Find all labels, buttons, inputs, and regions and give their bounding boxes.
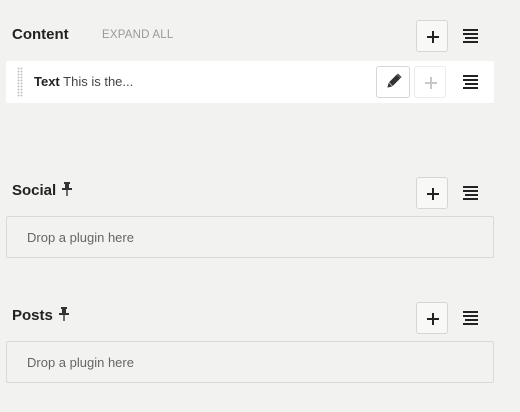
menu-line — [463, 79, 478, 81]
section-menu-button[interactable] — [456, 303, 486, 333]
structure-board: Content EXPAND ALL Text This is the... S… — [0, 0, 520, 412]
section-title: Content — [12, 26, 69, 43]
menu-line — [463, 315, 478, 317]
plugin-type-label: Text — [34, 74, 60, 89]
menu-line — [463, 87, 478, 89]
add-plugin-button[interactable] — [416, 302, 448, 334]
menu-line — [465, 83, 478, 85]
section-title: Posts — [12, 307, 69, 325]
menu-line — [463, 323, 478, 325]
add-child-plugin-button[interactable] — [414, 66, 446, 98]
section-content-header: Content EXPAND ALL — [0, 16, 520, 56]
add-plugin-button[interactable] — [416, 177, 448, 209]
section-menu-button[interactable] — [456, 21, 486, 51]
plugin-dropzone[interactable]: Drop a plugin here — [6, 341, 494, 383]
pencil-icon — [387, 73, 402, 88]
section-title-text: Social — [12, 182, 57, 199]
section-title-text: Posts — [12, 307, 53, 324]
menu-line — [465, 194, 478, 196]
menu-line — [463, 33, 478, 35]
menu-line — [465, 319, 478, 321]
menu-line — [465, 37, 478, 39]
menu-line — [463, 41, 478, 43]
section-posts-header: Posts — [0, 297, 520, 337]
section-title: Social — [12, 182, 73, 200]
pin-icon — [62, 182, 73, 196]
hamburger-menu-icon — [463, 75, 478, 77]
section-menu-button[interactable] — [456, 178, 486, 208]
plugin-dropzone[interactable]: Drop a plugin here — [6, 216, 494, 258]
menu-line — [463, 198, 478, 200]
hamburger-menu-icon — [463, 186, 478, 188]
hamburger-menu-icon — [463, 311, 478, 313]
expand-all-button[interactable]: EXPAND ALL — [102, 28, 173, 42]
drag-handle[interactable] — [17, 67, 23, 97]
plugin-menu-button[interactable] — [456, 67, 486, 97]
plugin-preview-text: This is the... — [63, 74, 134, 89]
dropzone-text: Drop a plugin here — [27, 355, 134, 370]
section-social-header: Social — [0, 172, 520, 212]
hamburger-menu-icon — [463, 29, 478, 31]
add-plugin-button[interactable] — [416, 20, 448, 52]
menu-line — [463, 190, 478, 192]
dropzone-text: Drop a plugin here — [27, 230, 134, 245]
plugin-label: Text This is the... — [34, 74, 133, 90]
edit-plugin-button[interactable] — [376, 66, 410, 98]
pin-icon — [58, 307, 69, 321]
plugin-row-text[interactable]: Text This is the... — [6, 61, 494, 103]
